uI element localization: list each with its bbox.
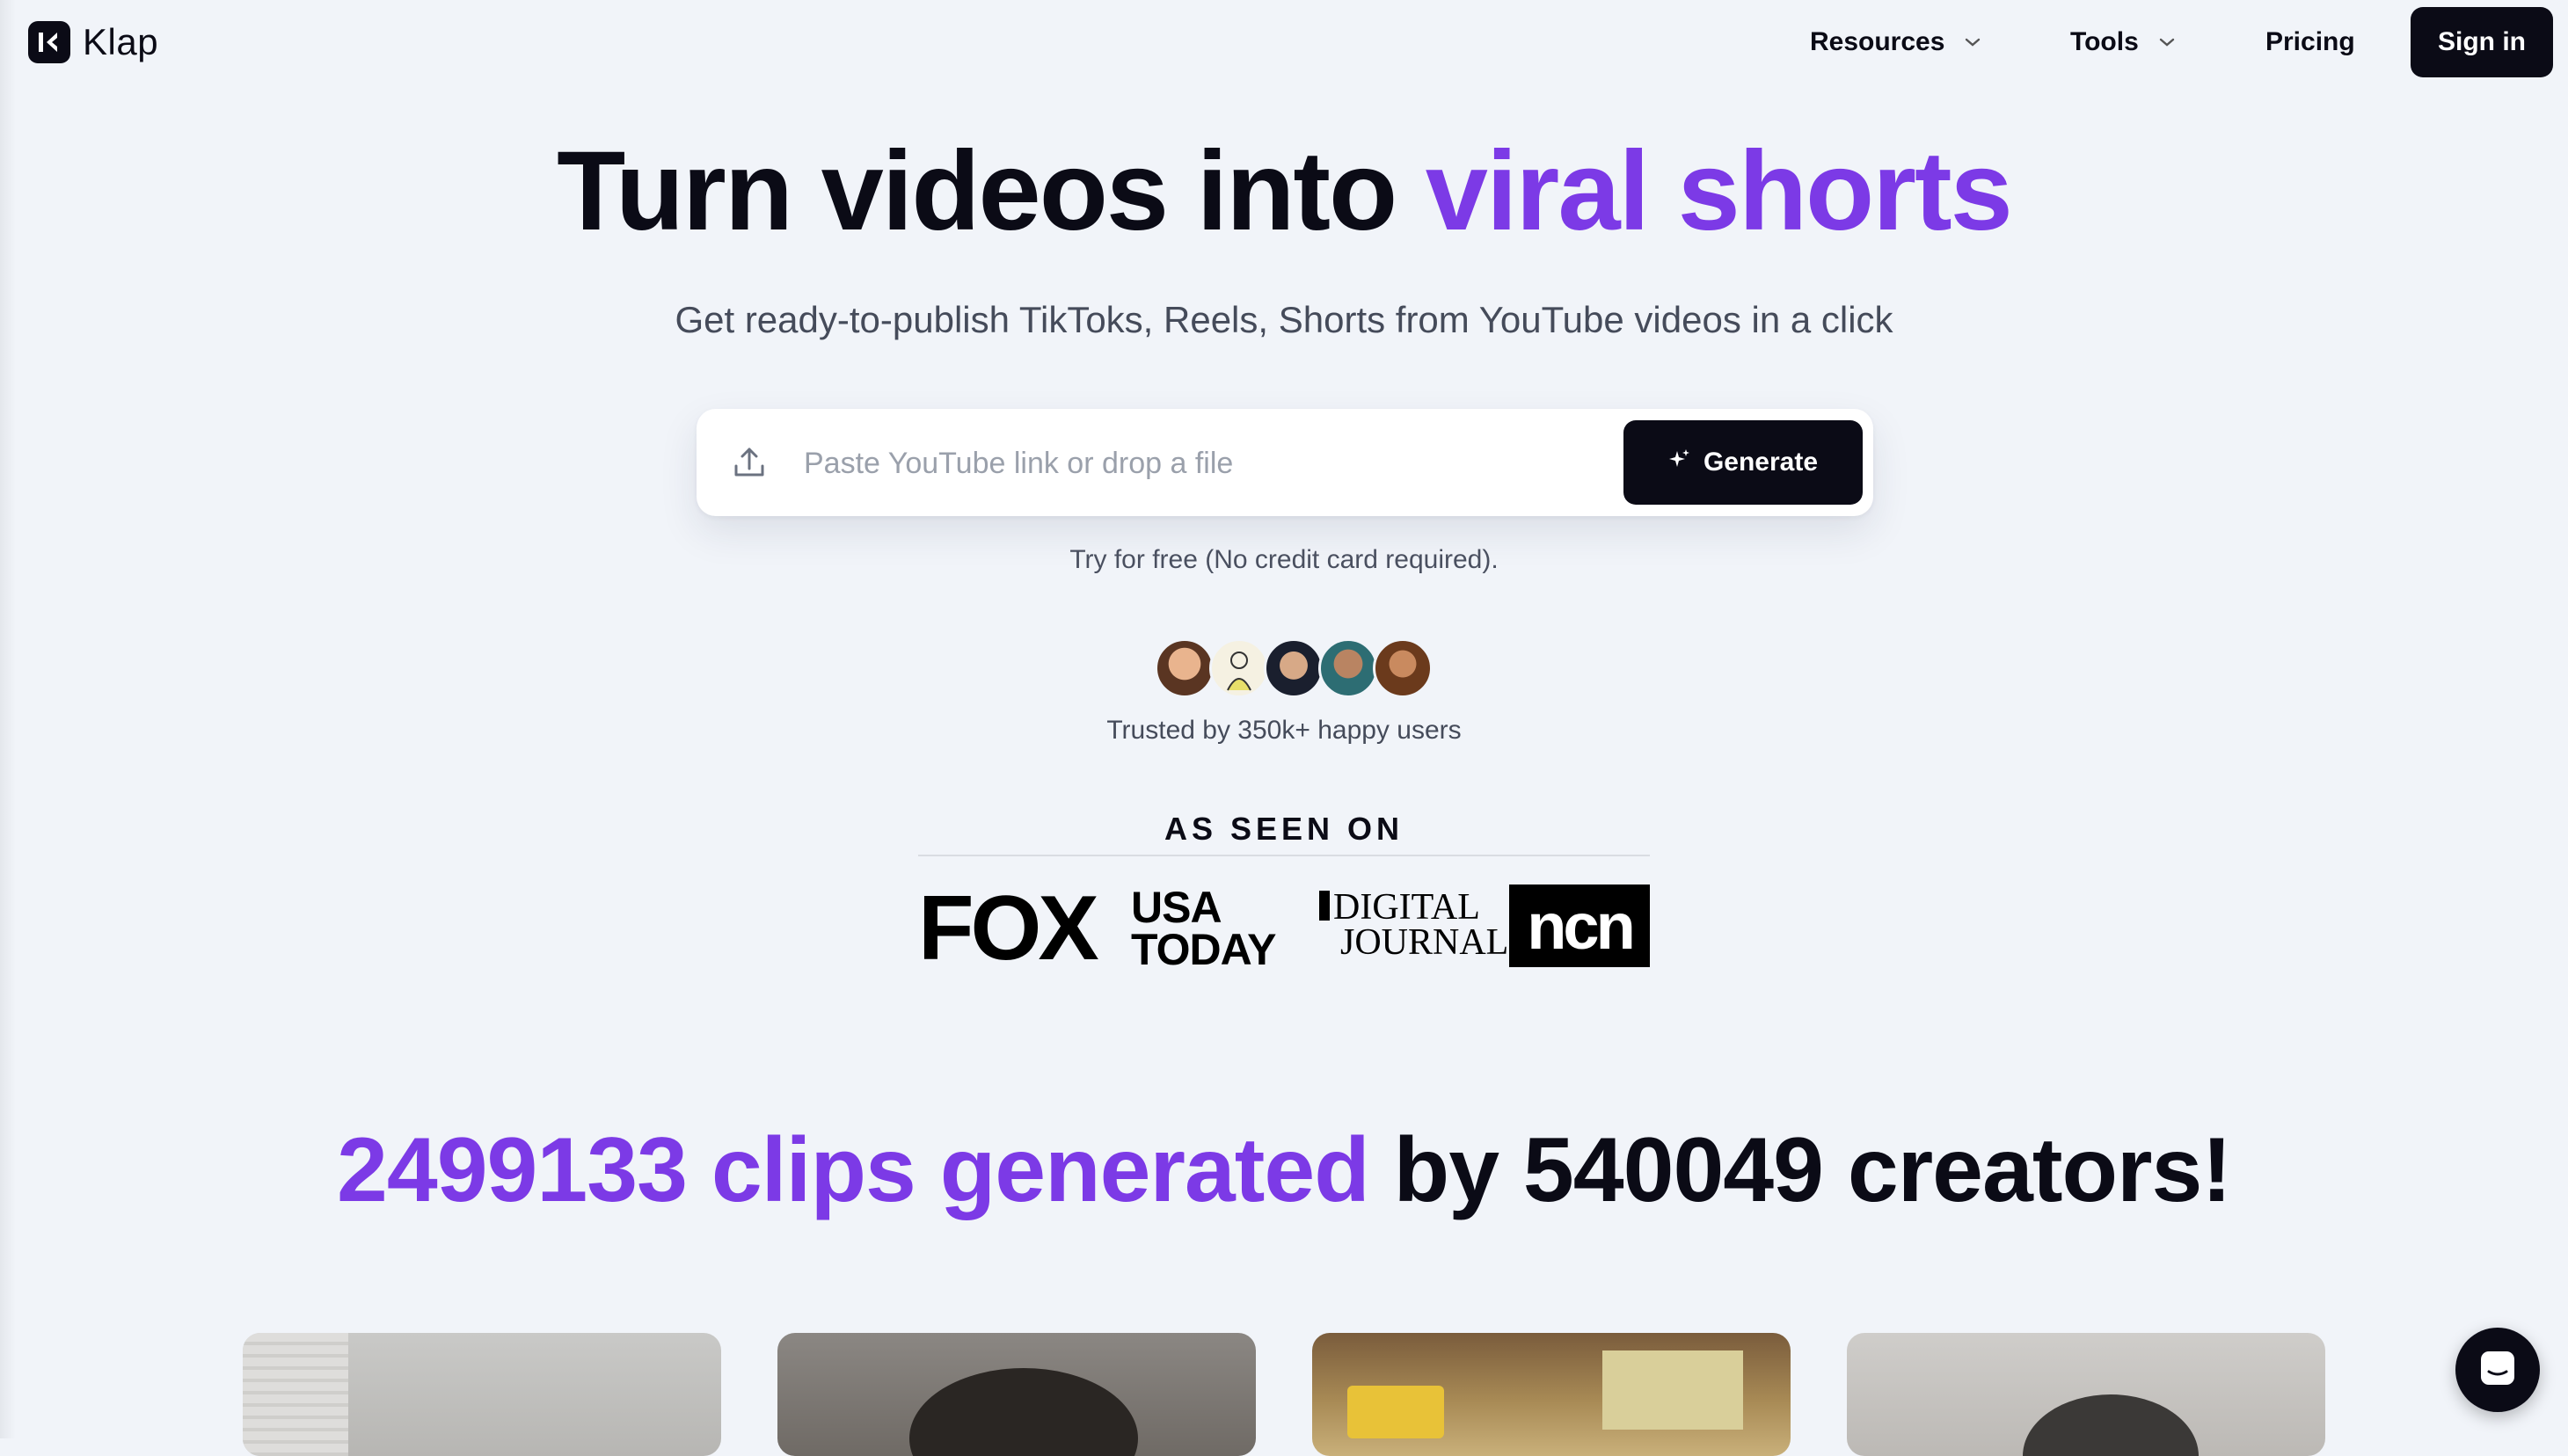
digital-journal-logo: DIGITAL JOURNAL [1319, 889, 1509, 963]
avatar [1209, 638, 1269, 698]
nav-tools-menu[interactable]: Tools [2070, 0, 2176, 84]
video-thumbnail[interactable] [777, 1333, 1256, 1456]
clips-count: 2499133 [337, 1119, 688, 1221]
user-avatars [1155, 638, 1433, 698]
usa-today-line2: TODAY [1131, 925, 1277, 974]
avatar [1318, 638, 1378, 698]
generate-label: Generate [1703, 448, 1819, 477]
usa-today-logo: USA TODAY [1131, 883, 1277, 974]
avatar [1373, 638, 1433, 698]
url-input-card: Generate [697, 409, 1873, 516]
as-seen-on-heading: AS SEEN ON [1164, 811, 1404, 847]
chat-support-button[interactable] [2455, 1328, 2540, 1412]
upload-icon[interactable] [732, 445, 767, 480]
divider [918, 855, 1650, 856]
brand-name: Klap [83, 21, 159, 62]
nav-tools-label: Tools [2070, 27, 2139, 56]
nav-pricing-link[interactable]: Pricing [2265, 0, 2355, 84]
free-trial-note: Try for free (No credit card required). [1069, 545, 1499, 574]
by-label: by [1368, 1119, 1523, 1221]
sign-in-button[interactable]: Sign in [2411, 7, 2553, 77]
chat-icon [2477, 1348, 2518, 1393]
hero-subtitle: Get ready-to-publish TikToks, Reels, Sho… [675, 299, 1893, 340]
generate-button[interactable]: Generate [1623, 420, 1863, 505]
trusted-users-text: Trusted by 350k+ happy users [1106, 716, 1462, 745]
chevron-down-icon [2158, 37, 2176, 47]
youtube-link-input[interactable] [802, 435, 1421, 491]
thumbnail-board [1602, 1350, 1743, 1430]
creators-label: creators! [1822, 1119, 2232, 1221]
brand-logo[interactable]: Klap [28, 21, 158, 63]
hero-title: Turn videos into viral shorts [0, 130, 2568, 253]
avatar [1155, 638, 1215, 698]
thumbnail-object [1347, 1386, 1444, 1438]
video-thumbnail[interactable] [243, 1333, 721, 1456]
sparkle-icon [1668, 448, 1691, 477]
nav-resources-menu[interactable]: Resources [1810, 0, 1981, 84]
dj-bar-mark [1319, 891, 1330, 921]
chevron-down-icon [1964, 37, 1981, 47]
clips-generated-heading: 2499133 clips generated by 540049 creato… [0, 1118, 2568, 1223]
fox-logo: FOX [918, 877, 1099, 979]
thumbnail-blinds [243, 1333, 348, 1456]
creators-count: 540049 [1522, 1119, 1824, 1221]
hero-title-main: Turn videos into [557, 128, 1426, 254]
ncn-logo: ncn [1509, 885, 1650, 967]
video-thumbnail[interactable] [1312, 1333, 1791, 1456]
dj-line2: JOURNAL [1340, 922, 1509, 963]
klap-logo-icon [28, 21, 70, 63]
usa-today-line1: USA [1131, 883, 1222, 932]
hero-title-accent: viral shorts [1425, 128, 2013, 254]
thumbnail-hair [909, 1368, 1138, 1456]
nav-resources-label: Resources [1810, 27, 1945, 56]
video-thumbnail[interactable] [1847, 1333, 2325, 1456]
clips-label: clips generated [686, 1119, 1370, 1221]
thumbnail-hair [2023, 1394, 2199, 1456]
avatar [1264, 638, 1324, 698]
